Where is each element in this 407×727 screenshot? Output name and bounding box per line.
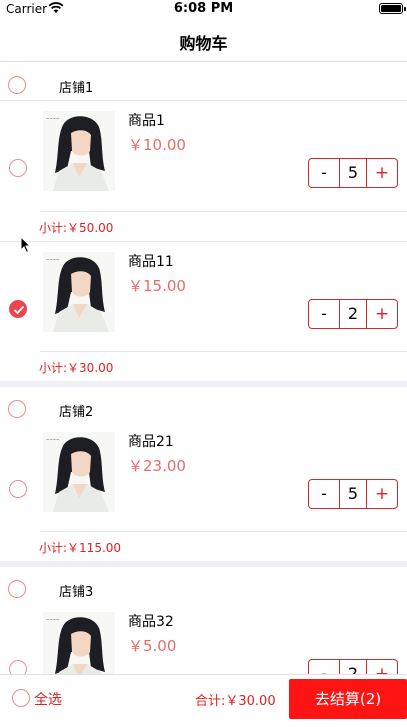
- decrement-button[interactable]: -: [309, 300, 339, 328]
- product-price: ￥23.00: [128, 457, 186, 475]
- decrement-button[interactable]: -: [309, 660, 339, 674]
- product-name: 商品11: [128, 254, 174, 270]
- quantity-stepper: - 5 +: [308, 158, 398, 188]
- store-name: 店铺2: [59, 405, 94, 420]
- quantity-value[interactable]: 2: [339, 300, 367, 328]
- product-price: ￥5.00: [128, 637, 177, 655]
- store-header[interactable]: 店铺1: [0, 63, 407, 101]
- quantity-stepper: - 5 +: [308, 479, 398, 509]
- status-bar: Carrier 6:08 PM: [0, 0, 407, 20]
- product-image: ~~~~: [43, 612, 115, 674]
- subtotal-row: 小计:￥115.00: [0, 531, 407, 561]
- quantity-value[interactable]: 5: [339, 480, 367, 508]
- product-image: ~~~~: [43, 252, 115, 332]
- page-title: 购物车: [179, 34, 228, 53]
- status-time: 6:08 PM: [173, 1, 234, 16]
- store-name: 店铺3: [59, 585, 94, 600]
- item-subtotal: 小计:￥30.00: [39, 361, 114, 375]
- store-checkbox[interactable]: [8, 580, 26, 598]
- mouse-cursor-icon: [20, 236, 32, 254]
- store-checkbox[interactable]: [8, 400, 26, 418]
- select-all-label[interactable]: 全选: [34, 689, 62, 709]
- cart-list[interactable]: 店铺1 ~~~~ 商品1 ￥10.00 - 5 + 小计:￥50.00 ~~~~…: [0, 63, 407, 674]
- nav-bar: 购物车: [0, 20, 407, 62]
- item-checkbox[interactable]: [9, 660, 27, 674]
- subtotal-row: 小计:￥50.00: [0, 211, 407, 241]
- increment-button[interactable]: +: [367, 480, 397, 508]
- battery-icon: [379, 3, 406, 14]
- quantity-value[interactable]: 5: [339, 159, 367, 187]
- cart-item: ~~~~ 商品21 ￥23.00 - 5 +: [0, 422, 407, 532]
- increment-button[interactable]: +: [367, 660, 397, 674]
- cart-item: ~~~~ 商品11 ￥15.00 - 2 +: [0, 242, 407, 352]
- svg-text:~~~~: ~~~~: [46, 437, 59, 442]
- product-price: ￥10.00: [128, 136, 186, 154]
- product-name: 商品32: [128, 614, 174, 630]
- subtotal-row: 小计:￥30.00: [0, 351, 407, 381]
- cart-item: ~~~~ 商品32 ￥5.00 - 2 +: [0, 602, 407, 674]
- decrement-button[interactable]: -: [309, 480, 339, 508]
- checkout-button[interactable]: 去结算(2): [289, 679, 407, 719]
- store-header[interactable]: 店铺3: [0, 567, 407, 605]
- item-subtotal: 小计:￥50.00: [39, 221, 114, 235]
- item-checkbox[interactable]: [9, 480, 27, 498]
- product-price: ￥15.00: [128, 277, 186, 295]
- product-image: ~~~~: [43, 111, 115, 191]
- svg-text:~~~~: ~~~~: [46, 116, 59, 121]
- svg-text:~~~~: ~~~~: [46, 257, 59, 262]
- bottom-bar: 全选 合计:￥30.00 去结算(2): [0, 674, 407, 727]
- store-checkbox[interactable]: [8, 76, 26, 94]
- increment-button[interactable]: +: [367, 159, 397, 187]
- svg-text:~~~~: ~~~~: [46, 617, 59, 622]
- quantity-stepper: - 2 +: [308, 659, 398, 674]
- store-header[interactable]: 店铺2: [0, 387, 407, 425]
- product-name: 商品21: [128, 434, 174, 450]
- item-checkbox[interactable]: [9, 159, 27, 177]
- increment-button[interactable]: +: [367, 300, 397, 328]
- product-image: ~~~~: [43, 432, 115, 512]
- select-all-checkbox[interactable]: [12, 689, 30, 707]
- quantity-stepper: - 2 +: [308, 299, 398, 329]
- total-amount: 合计:￥30.00: [195, 694, 276, 709]
- quantity-value[interactable]: 2: [339, 660, 367, 674]
- decrement-button[interactable]: -: [309, 159, 339, 187]
- item-checkbox-checked[interactable]: [9, 300, 27, 318]
- checkmark-icon: [13, 305, 25, 315]
- item-subtotal: 小计:￥115.00: [39, 541, 122, 555]
- product-name: 商品1: [128, 113, 165, 129]
- cart-item: ~~~~ 商品1 ￥10.00 - 5 +: [0, 101, 407, 211]
- store-name: 店铺1: [59, 81, 94, 96]
